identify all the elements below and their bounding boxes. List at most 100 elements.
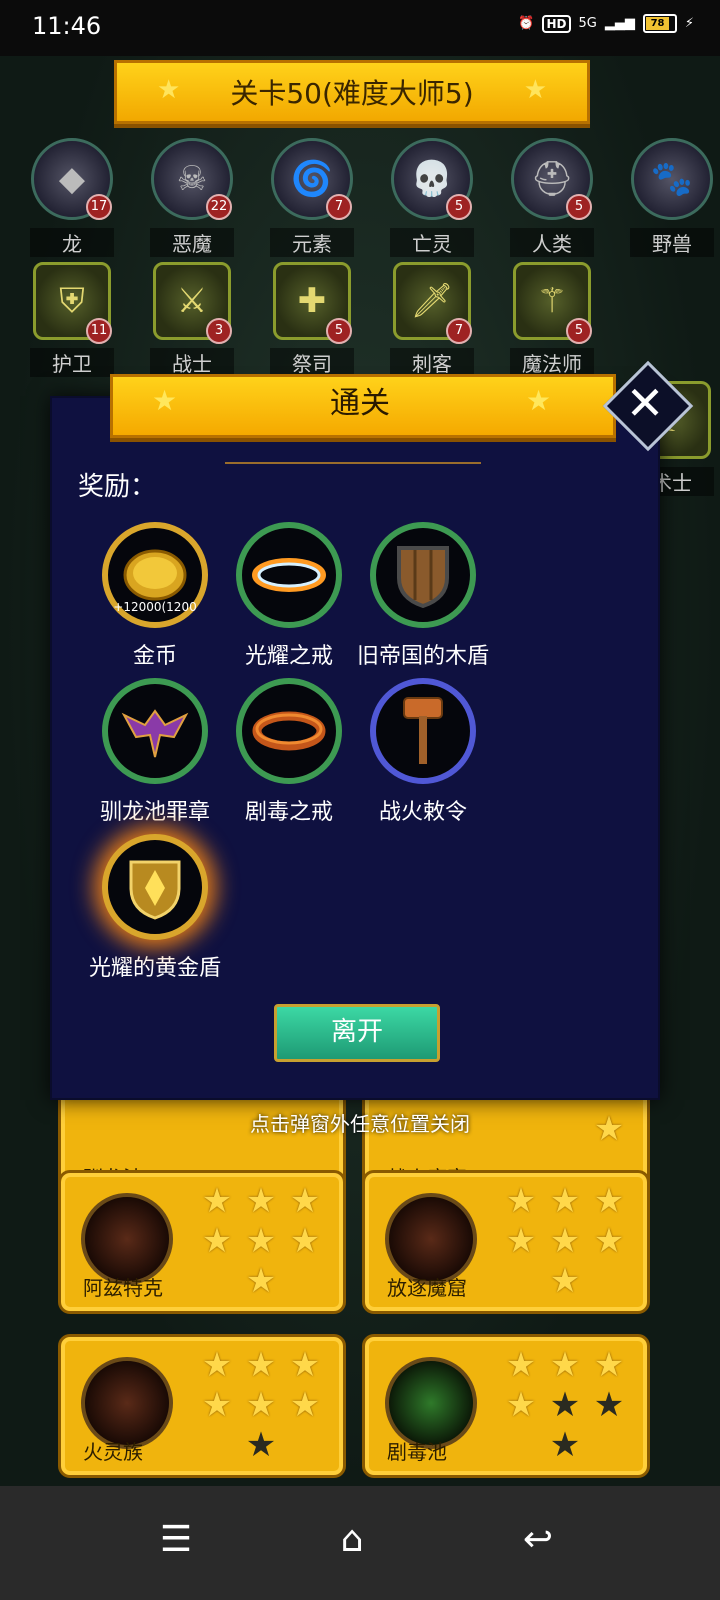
stage-title-banner: ★ 关卡50(难度大师5) ★ [114,60,590,124]
star-icon: ★ [289,1385,321,1425]
reward-name: 光耀的黄金盾 [88,956,221,981]
class-type-assassin[interactable]: 🗡 7 刺客 [390,262,474,377]
dragon-icon [102,678,208,784]
enemy-type-undead[interactable]: 💀 5 亡灵 [390,138,474,257]
star-icon: ★ [289,1345,321,1385]
star-icon: ★ [549,1345,581,1385]
card-name: 放逐魔窟 [387,1276,467,1300]
class-type-mage[interactable]: ⚚ 5 魔法师 [510,262,594,377]
count-badge: 5 [446,194,472,220]
star-icon: ★ [505,1345,537,1385]
class-type-label: 护卫 [30,348,114,377]
star-icon: ★ [593,1181,625,1221]
star-icon: ★ [245,1181,277,1221]
enemy-type-dragon[interactable]: ◆ 17 龙 [30,138,114,257]
star-icon: ★ [523,75,547,105]
hd-badge: HD [542,14,571,33]
close-icon[interactable]: ✕ [616,374,674,432]
level-card[interactable]: 放逐魔窟 ★ ★ ★ ★ ★ ★ ★ [362,1170,650,1314]
menu-icon[interactable]: ☰ [146,1510,206,1570]
star-icon: ★ [549,1181,581,1221]
enemy-type-label: 元素 [270,228,354,257]
enemy-type-label: 亡灵 [390,228,474,257]
star-icon: ★ [245,1425,277,1465]
count-badge: 7 [326,194,352,220]
paw-icon: 🐾 [631,138,713,220]
star-icon: ★ [549,1261,581,1301]
reward-item-war-edict[interactable]: 战火敕令 [338,678,508,826]
count-badge: 17 [86,194,112,220]
alarm-icon: ⏰ [518,16,535,31]
star-icon: ★ [245,1221,277,1261]
class-type-warrior[interactable]: ⚔ 3 战士 [150,262,234,377]
class-type-row: ⛨ 11 护卫 ⚔ 3 战士 ✚ 5 祭司 🗡 7 刺客 ⚚ 5 魔法师 [30,262,594,377]
enemy-type-label: 野兽 [630,228,714,257]
level-card[interactable]: 阿兹特克 ★ ★ ★ ★ ★ ★ ★ [58,1170,346,1314]
count-badge: 22 [206,194,232,220]
enemy-type-beast[interactable]: 🐾 野兽 [630,138,714,257]
status-icons: ⏰ HD 5G ▂▄▆ 78 ⚡ [518,14,694,33]
class-type-guardian[interactable]: ⛨ 11 护卫 [30,262,114,377]
class-type-priest[interactable]: ✚ 5 祭司 [270,262,354,377]
gold-coin-icon: +12000(1200 [102,522,208,628]
reward-item-wooden-shield[interactable]: 旧帝国的木盾 [338,522,508,670]
network-label: 5G [578,16,597,31]
level-card[interactable]: 火灵族 ★ ★ ★ ★ ★ ★ ★ [58,1334,346,1478]
star-icon: ★ [157,75,181,105]
star-rating: ★ ★ ★ ★ ★ ★ ★ [495,1181,635,1301]
star-icon: ★ [245,1345,277,1385]
enemy-type-label: 恶魔 [150,228,234,257]
wooden-shield-icon [370,522,476,628]
star-icon: ★ [593,1385,625,1425]
bolt-icon: ⚡ [684,16,694,31]
battery-icon: 78 [642,14,677,33]
count-badge: 5 [326,318,352,344]
signal-icon: ▂▄▆ [604,16,635,31]
enemy-type-label: 人类 [510,228,594,257]
star-icon: ★ [505,1385,537,1425]
star-rating: ★ ★ ★ ★ ★ ★ ★ [191,1345,331,1465]
stage-title: 关卡50(难度大师5) [230,77,474,110]
level-card[interactable]: 剧毒池 ★ ★ ★ ★ ★ ★ ★ [362,1334,650,1478]
enemy-type-element[interactable]: 🌀 7 元素 [270,138,354,257]
dialog-title: 通关 [330,386,390,421]
divider [225,462,481,464]
hammer-icon [370,678,476,784]
star-icon: ★ [593,1221,625,1261]
class-type-label: 刺客 [390,348,474,377]
enemy-type-demon[interactable]: ☠ 22 恶魔 [150,138,234,257]
star-icon: ★ [289,1221,321,1261]
star-rating: ★ ★ ★ ★ ★ ★ ★ [495,1345,635,1465]
star-icon: ★ [201,1181,233,1221]
star-icon: ★ [245,1261,277,1301]
star-rating: ★ ★ ★ ★ ★ ★ ★ [191,1181,331,1301]
card-name: 剧毒池 [387,1440,447,1464]
reward-heading: 奖励： [78,472,157,502]
star-icon: ★ [549,1385,581,1425]
leave-button[interactable]: 离开 [274,1004,440,1062]
star-icon: ★ [245,1385,277,1425]
card-name: 火灵族 [83,1440,143,1464]
star-icon: ★ [549,1425,581,1465]
clock: 11:46 [32,12,102,40]
class-type-label: 祭司 [270,348,354,377]
enemy-type-human[interactable]: ⛑ 5 人类 [510,138,594,257]
enemy-type-row: ◆ 17 龙 ☠ 22 恶魔 🌀 7 元素 💀 5 亡灵 ⛑ 5 人类 [30,138,594,257]
back-icon[interactable]: ↩ [508,1510,568,1570]
star-icon: ★ [505,1221,537,1261]
home-icon[interactable]: ⌂ [322,1510,382,1570]
count-badge: 3 [206,318,232,344]
ring-icon [236,678,342,784]
count-badge: 5 [566,318,592,344]
star-icon: ★ [593,1345,625,1385]
reward-item-golden-shield[interactable]: 光耀的黄金盾 [70,834,240,982]
enemy-type-label: 龙 [30,228,114,257]
golden-shield-icon [102,834,208,940]
reward-name: 旧帝国的木盾 [356,644,489,669]
close-hint: 点击弹窗外任意位置关闭 [250,1112,470,1136]
class-type-label: 魔法师 [510,348,594,377]
count-badge: 11 [86,318,112,344]
reward-name: 战火敕令 [378,800,467,825]
status-bar: 11:46 ⏰ HD 5G ▂▄▆ 78 ⚡ [0,0,720,56]
reward-quantity: +12000(1200 [113,600,197,614]
